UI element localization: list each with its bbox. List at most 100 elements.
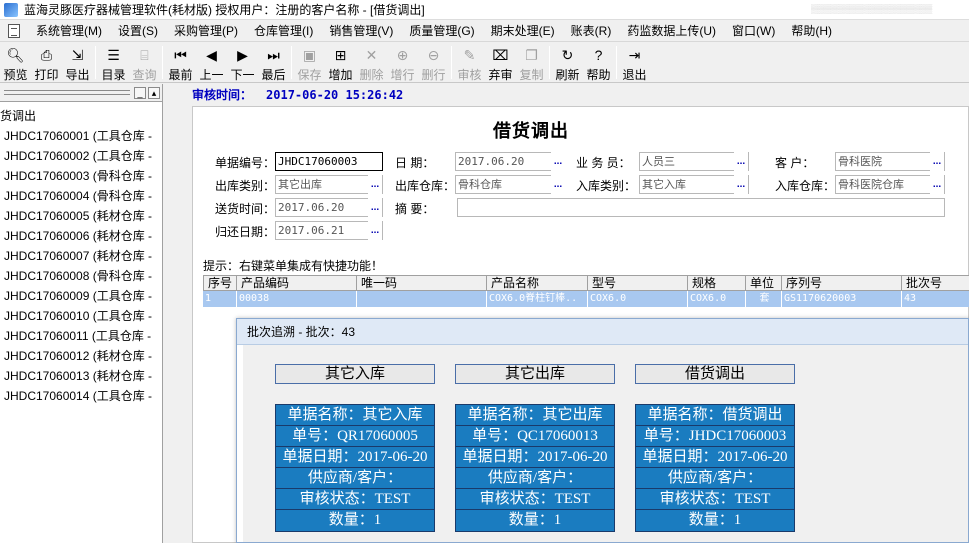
copy-button[interactable]: ❐ 复制 (516, 43, 547, 82)
customer-picker-button[interactable]: ... (930, 152, 944, 171)
stage-info-borrow-out[interactable]: 单据名称：借货调出 单号：JHDC17060003 单据日期：2017-06-2… (635, 404, 795, 532)
grid-cell[interactable]: COX6.0 (688, 291, 746, 307)
stage-info-other-in[interactable]: 单据名称：其它入库 单号：QR17060005 单据日期：2017-06-20 … (275, 404, 435, 532)
stage-info-other-out[interactable]: 单据名称：其它出库 单号：QC17060013 单据日期：2017-06-20 … (455, 404, 615, 532)
grid-cell[interactable] (357, 291, 487, 307)
next-button[interactable]: ▶ 下一 (227, 43, 258, 82)
menu-reports[interactable]: 账表(R) (563, 22, 620, 39)
menu-window[interactable]: 窗口(W) (724, 22, 783, 39)
table-row[interactable]: 1 00038 COX6.0脊柱钉棒.. COX6.0 COX6.0 套 GS1… (203, 291, 969, 307)
out-type-field[interactable]: 其它出库 (275, 175, 383, 194)
document-icon[interactable] (8, 23, 20, 38)
stage-box-borrow-out[interactable]: 借货调出 (635, 364, 795, 384)
grid-cell[interactable]: COX6.0脊柱钉棒.. (487, 291, 588, 307)
out-type-picker-button[interactable]: ... (368, 175, 382, 194)
stage-box-other-in[interactable]: 其它入库 (275, 364, 435, 384)
menu-quality[interactable]: 质量管理(G) (401, 22, 482, 39)
menu-system[interactable]: 系统管理(M) (28, 22, 110, 39)
menu-upload[interactable]: 药监数据上传(U) (619, 22, 724, 39)
tree-item[interactable]: JHDC17060009 (工具仓库 - (0, 286, 162, 306)
export-icon: ⇲ (71, 47, 84, 63)
delete-button[interactable]: ✕ 删除 (356, 43, 387, 82)
grid-header[interactable]: 单位 (746, 275, 782, 291)
abandon-button[interactable]: ⌧ 弃审 (485, 43, 516, 82)
add-button[interactable]: ⊞ 增加 (325, 43, 356, 82)
return-date-field[interactable]: 2017.06.21 (275, 221, 383, 240)
close-panel-icon[interactable]: ▴ (148, 87, 160, 99)
in-type-picker-button[interactable]: ... (734, 175, 748, 194)
save-button[interactable]: ▣ 保存 (294, 43, 325, 82)
query-button[interactable]: ⌸ 查询 (129, 43, 160, 82)
out-warehouse-field[interactable]: 骨科仓库 (455, 175, 565, 194)
summary-field[interactable] (457, 198, 945, 217)
batch-trace-dialog[interactable]: 批次追溯 - 批次：43 其它入库 单据名称：其它入库 单号：QR1706000… (236, 318, 969, 543)
exit-button[interactable]: ⇥ 退出 (619, 43, 650, 82)
grid-cell[interactable]: 套 (746, 291, 782, 307)
catalog-button[interactable]: ☰ 目录 (98, 43, 129, 82)
return-date-picker-button[interactable]: ... (368, 221, 382, 240)
help-button[interactable]: ? 帮助 (583, 43, 614, 82)
grid-header[interactable]: 产品名称 (487, 275, 588, 291)
salesman-field[interactable]: 人员三 (639, 152, 749, 171)
tree-item[interactable]: JHDC17060008 (骨科仓库 - (0, 266, 162, 286)
dialog-title[interactable]: 批次追溯 - 批次：43 (237, 319, 968, 345)
export-button[interactable]: ⇲ 导出 (62, 43, 93, 82)
minimize-panel-icon[interactable]: _ (134, 87, 146, 99)
salesman-picker-button[interactable]: ... (734, 152, 748, 171)
tree-item[interactable]: JHDC17060012 (耗材仓库 - (0, 346, 162, 366)
tree-item[interactable]: JHDC17060014 (工具仓库 - (0, 386, 162, 406)
print-button[interactable]: ⎙ 打印 (31, 43, 62, 82)
grid-header[interactable]: 序列号 (782, 275, 902, 291)
menu-settings[interactable]: 设置(S) (110, 22, 166, 39)
delivery-time-field[interactable]: 2017.06.20 (275, 198, 383, 217)
grid-cell[interactable]: 00038 (237, 291, 357, 307)
first-button[interactable]: ⏮ 最前 (165, 43, 196, 82)
tree-item[interactable]: JHDC17060005 (耗材仓库 - (0, 206, 162, 226)
customer-field[interactable]: 骨科医院 (835, 152, 945, 171)
grid-cell[interactable]: GS1170620003 (782, 291, 902, 307)
tree-item[interactable]: JHDC17060002 (工具仓库 - (0, 146, 162, 166)
audit-time: 审核时间： 2017-06-20 15:26:42 (192, 86, 403, 103)
add-row-button[interactable]: ⊕ 增行 (387, 43, 418, 82)
grid-header[interactable]: 产品编码 (237, 275, 357, 291)
in-warehouse-field[interactable]: 骨科医院仓库 (835, 175, 945, 194)
tree-root[interactable]: 货调出 (0, 106, 162, 126)
out-warehouse-picker-button[interactable]: ... (551, 175, 565, 194)
approve-button[interactable]: ✎ 审核 (454, 43, 485, 82)
grid-header[interactable]: 规格 (688, 275, 746, 291)
date-field[interactable]: 2017.06.20 (455, 152, 565, 171)
tree-item[interactable]: JHDC17060013 (耗材仓库 - (0, 366, 162, 386)
grid-cell[interactable]: COX6.0 (588, 291, 688, 307)
menu-help[interactable]: 帮助(H) (783, 22, 840, 39)
grid-cell[interactable]: 43 (902, 291, 969, 307)
grid-header[interactable]: 批次号 (902, 275, 969, 291)
menu-period-end[interactable]: 期末处理(E) (483, 22, 563, 39)
refresh-button[interactable]: ↻ 刷新 (552, 43, 583, 82)
in-warehouse-picker-button[interactable]: ... (930, 175, 944, 194)
preview-button[interactable]: 🔍︎ 预览 (0, 43, 31, 82)
doc-no-field[interactable]: JHDC17060003 (275, 152, 383, 171)
menu-purchase[interactable]: 采购管理(P) (166, 22, 246, 39)
delete-row-button[interactable]: ⊖ 删行 (418, 43, 449, 82)
tree-item[interactable]: JHDC17060011 (工具仓库 - (0, 326, 162, 346)
tree-item[interactable]: JHDC17060006 (耗材仓库 - (0, 226, 162, 246)
menu-sales[interactable]: 销售管理(V) (321, 22, 401, 39)
tree-item[interactable]: JHDC17060001 (工具仓库 - (0, 126, 162, 146)
last-button[interactable]: ⏭ 最后 (258, 43, 289, 82)
menu-warehouse[interactable]: 仓库管理(I) (246, 22, 321, 39)
tree-item[interactable]: JHDC17060003 (骨科仓库 - (0, 166, 162, 186)
tree-item[interactable]: JHDC17060007 (耗材仓库 - (0, 246, 162, 266)
panel-grip[interactable] (4, 90, 130, 95)
date-picker-button[interactable]: ... (551, 152, 565, 171)
stage-box-other-out[interactable]: 其它出库 (455, 364, 615, 384)
audit-time-value: 2017-06-20 15:26:42 (266, 88, 404, 102)
tree-item[interactable]: JHDC17060010 (工具仓库 - (0, 306, 162, 326)
grid-header[interactable]: 型号 (588, 275, 688, 291)
tree-item[interactable]: JHDC17060004 (骨科仓库 - (0, 186, 162, 206)
delivery-time-picker-button[interactable]: ... (368, 198, 382, 217)
grid-cell[interactable]: 1 (203, 291, 237, 307)
grid-header[interactable]: 序号 (203, 275, 237, 291)
prev-button[interactable]: ◀ 上一 (196, 43, 227, 82)
in-type-field[interactable]: 其它入库 (639, 175, 749, 194)
grid-header[interactable]: 唯一码 (357, 275, 487, 291)
